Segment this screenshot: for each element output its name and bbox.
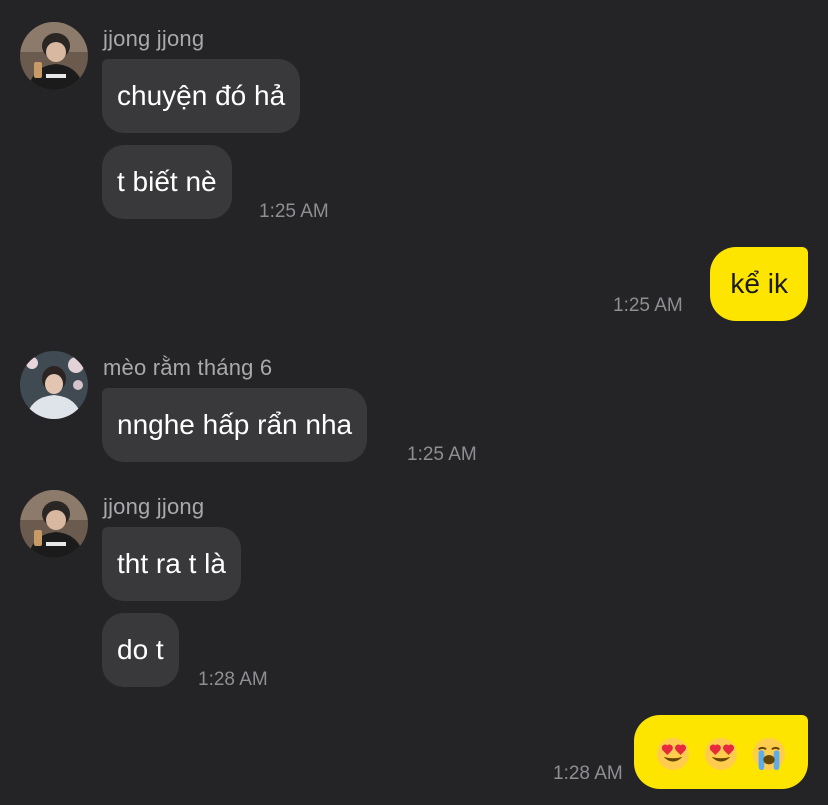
message-bubble[interactable]: tht ra t là (102, 527, 241, 601)
chat-thread: jjong jjong chuyện đó hả t biết nè 1:25 … (0, 0, 828, 805)
heart-eyes-emoji-icon (705, 737, 738, 770)
message-bubble[interactable]: chuyện đó hả (102, 59, 301, 133)
timestamp: 1:25 AM (259, 201, 329, 222)
timestamp: 1:28 AM (198, 669, 268, 690)
outgoing-message-bubble[interactable]: kể ik (710, 247, 808, 321)
avatar-jjong[interactable] (20, 490, 88, 558)
sender-name: mèo rằm tháng 6 (103, 355, 273, 380)
timestamp: 1:25 AM (613, 295, 683, 316)
outgoing-emoji-bubble[interactable] (634, 715, 808, 789)
loudly-crying-emoji-icon (752, 737, 786, 770)
message-bubble[interactable]: nnghe hấp rẩn nha (102, 388, 368, 462)
avatar-jjong[interactable] (20, 22, 88, 90)
avatar-meo[interactable] (20, 351, 88, 419)
heart-eyes-emoji-icon (657, 737, 690, 770)
sender-name: jjong jjong (103, 494, 205, 519)
timestamp: 1:25 AM (407, 444, 477, 465)
message-bubble[interactable]: t biết nè (102, 145, 232, 219)
sender-name: jjong jjong (103, 26, 205, 51)
timestamp: 1:28 AM (553, 763, 623, 784)
message-bubble[interactable]: do t (102, 613, 179, 687)
